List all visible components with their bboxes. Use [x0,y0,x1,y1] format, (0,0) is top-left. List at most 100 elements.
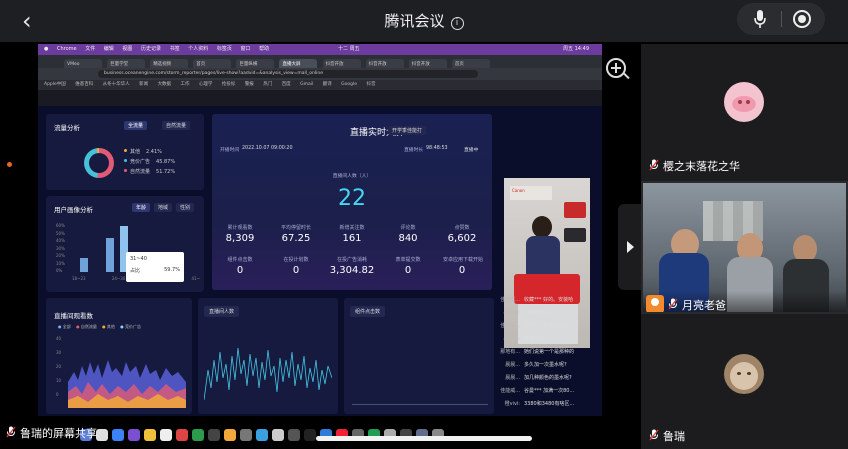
browser-tab: VMeo [64,59,102,68]
stat-label: 累计观看数 [227,225,253,231]
tab-gender: 性别 [176,203,195,212]
menu-item: 书签 [169,46,180,52]
microphone-icon[interactable] [753,9,767,29]
record-icon[interactable] [793,10,811,28]
bookmarks-bar: Apple中国 维基百科 从冬十华华人 新闻 大数据 工作 心理学 抢投标 警报… [38,80,602,90]
muted-mic-icon [649,159,659,171]
browser-tab-active: 直播大屏 [279,59,318,68]
traffic-title: 流量分析 [54,124,80,132]
duration-label: 直播时长 [404,148,424,153]
stat-value: 67.25 [281,233,311,244]
menu-item: 编辑 [103,46,114,52]
stat-value: 8,309 [225,233,255,244]
comment-row: 小左哥: 要连供的 [503,336,545,342]
bookmark: 维基百科 [75,82,94,87]
live-main-card: 直播实时大屏 开学季佳能打 开播时间 2022.10.07 09:00:20 直… [212,114,492,290]
component-chart-select[interactable]: 组件点击数 [350,306,386,317]
panel-toggle-arrow-icon[interactable] [618,204,642,290]
stat-label: 点赞数 [454,225,470,231]
browser-tab: 抖音开放 [322,59,361,68]
stat-value: 6,602 [447,233,477,244]
session-selector: 开学季佳能打 [388,126,427,135]
presenter-label: 鲁瑞的屏幕共享 [6,425,97,441]
title-area: 腾讯会议 i [0,10,848,31]
stat-value: 3,304.82 [329,265,375,276]
bookmark: Gmail [300,82,314,87]
online-chart-card: 直播间人数 [198,298,338,414]
comment-feed: 佳能威... 收藏*** 好的。安装哈 小左哥: 有针打的么? 佳能威... 谷小**… [494,296,602,416]
mac-dock [78,421,588,449]
muted-mic-icon [649,429,659,441]
shared-desktop: ● Chrome 文件 编辑 视图 历史记录 书签 个人资料 标签页 窗口 帮助… [38,44,602,416]
participant-name: 月亮老爸 [646,295,726,312]
browser-tab: 抖音开放 [365,59,404,68]
start-time: 2022.10.07 09:00:20 [242,146,293,151]
menu-item: 文件 [85,46,96,52]
age-bar [80,258,88,272]
bookmark: 心理学 [198,82,213,87]
age-tooltip: 31~40 占比 59.7% [126,252,184,282]
duration: 98:48:53 [426,146,448,151]
browser-tab: 首页 [193,59,232,68]
participant-name: 鲁瑞 [649,428,685,444]
mac-clock: 周五 14:49 [563,46,589,52]
online-line-chart [204,347,332,401]
host-body [526,236,560,276]
bookmark: 从冬十华华人 [102,82,130,87]
comment-row: 佳能威... 谷曼*** 加满一次80... [500,388,575,394]
menu-item: Chrome [56,46,77,52]
stat-label: 表单提交数 [395,257,421,263]
browser-tab: 首页 [451,59,490,68]
online-chart-select[interactable]: 直播间人数 [204,306,240,317]
tooltip-value: 59.7% [164,267,180,273]
age-bar [106,238,114,272]
participant-video-tile[interactable]: 月亮老爸 [641,181,848,314]
traffic-card: 流量分析 全流量 自然流量 其他 2.41% 竞价广告 45.87% 自然流量 51.… [46,114,204,190]
stat-label: 安卓应用下载开始 [442,257,483,263]
tab-natural-traffic: 自然流量 [162,121,191,130]
menu-item: 视图 [122,46,133,52]
legend-item: 竞价广告 45.87% [124,158,175,165]
stat-label: 在投计划数 [283,257,309,263]
browser-tab: 抖音开放 [408,59,447,68]
stat-value: 0 [236,265,244,276]
browser-tab: 精选视频 [150,59,189,68]
bookmark: 翻译 [322,82,332,87]
chart-baseline [352,404,488,405]
start-time-label: 开播时间 [220,148,240,153]
legend-item: 自然流量 51.72% [124,168,175,175]
comment-row: 那地有... 她们说第一个是那种的 [500,349,575,355]
menu-item: 个人资料 [188,46,209,52]
stat-value: 0 [458,265,466,276]
address-bar: business.oceanengine.com/storm_reporter/… [38,68,602,80]
comment-row: 小左哥: 有针打的么? [503,310,552,316]
home-indicator [316,436,532,441]
bookmark: 警报 [244,82,254,87]
mac-status-date: 十二 周五 [338,46,360,52]
comment-row: 佳能威... 谷小*** 那就是最直... [500,323,573,329]
info-icon[interactable]: i [450,17,464,30]
component-chart-card: 组件点击数 [344,298,494,414]
bookmark: Apple中国 [44,82,66,87]
tab-region: 地域 [154,203,173,212]
tab-age: 年龄 [132,203,151,212]
stat-label: 平均停留时长 [280,225,311,231]
pig-avatar-icon [724,82,764,122]
brand-sign: Canon [510,186,552,200]
bookmark: 大数据 [157,82,172,87]
divider [781,11,782,27]
tooltip-label: 占比 [130,268,141,274]
browser-tabbar: VMeo 巨量学堂 精选视频 首页 巨量纵横 直播大屏 抖音开放 抖音开放 抖音… [38,55,602,68]
stat-label: 在投广告消耗 [336,257,367,263]
bookmark: 工作 [180,82,190,87]
zoom-in-icon[interactable] [606,58,626,78]
url-field: business.oceanengine.com/storm_reporter/… [98,70,478,78]
mac-menubar: ● Chrome 文件 编辑 视图 历史记录 书签 个人资料 标签页 窗口 帮助… [38,44,602,55]
live-status: 直播中 [464,148,479,153]
screen-share-area: ● Chrome 文件 编辑 视图 历史记录 书签 个人资料 标签页 窗口 帮助… [0,44,640,449]
legend-item: 其他 2.41% [124,148,162,155]
meeting-window: ‹ 腾讯会议 i ● Chrome 文件 编辑 视图 历史记录 书签 个人资料 … [0,0,848,449]
bookmark: 新闻 [139,82,149,87]
participants-panel: 樱之末落花之华 月亮老爸 鲁瑞 [641,44,848,449]
printer-image [564,202,586,218]
